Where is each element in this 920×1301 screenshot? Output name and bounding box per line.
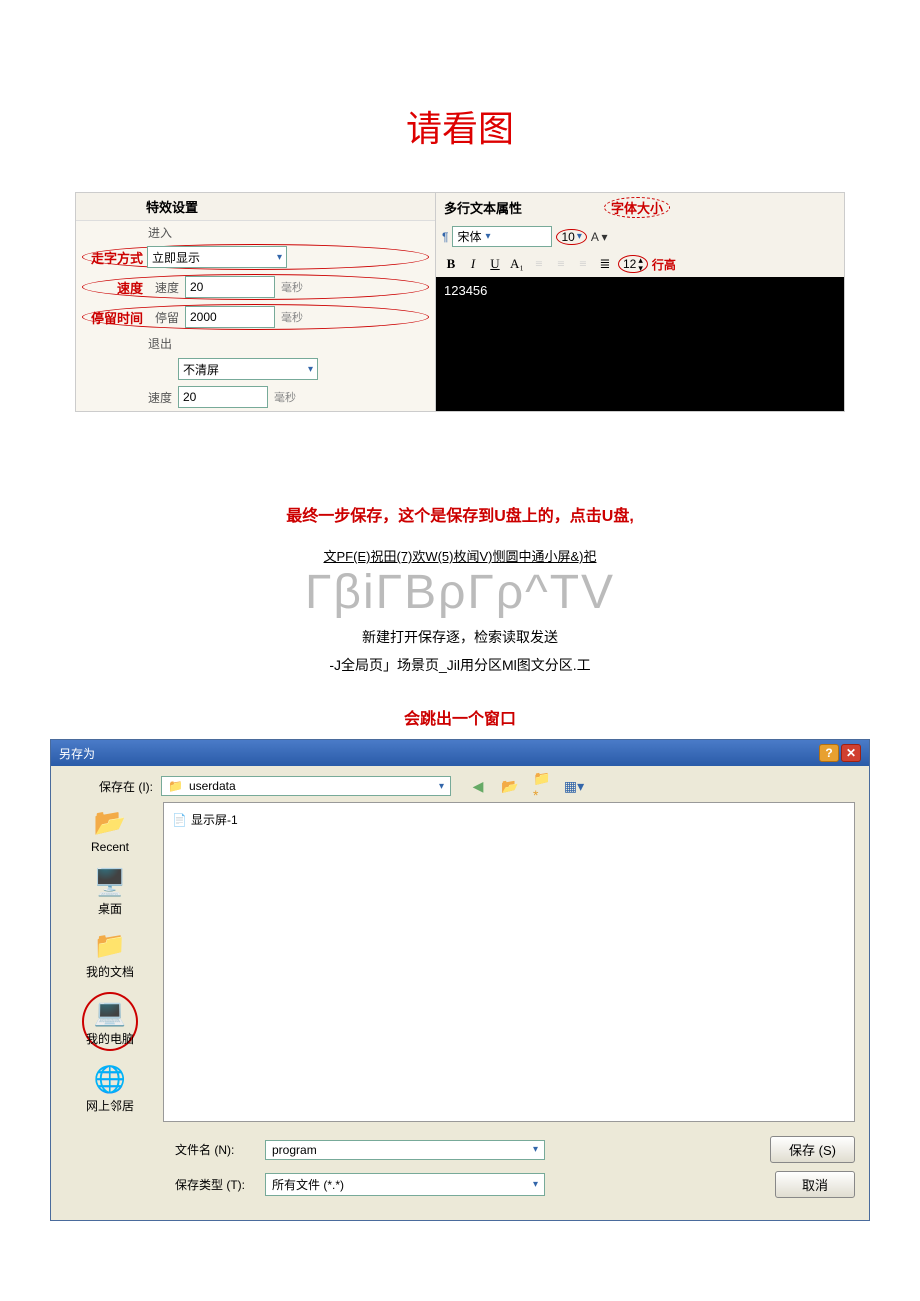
folder-icon: 📁 [168, 779, 183, 793]
back-icon[interactable]: ◀ [469, 777, 487, 795]
speed2-label: 速度 [140, 389, 172, 406]
close-button[interactable]: ✕ [841, 744, 861, 762]
settings-panel: 特效设置 进入 走字方式 立即显示 ▾ 速度 速度 毫秒 停留时间 停留 毫秒 … [75, 192, 845, 412]
effects-header: 特效设置 [76, 193, 435, 221]
font-select[interactable]: 宋体 ▾ [452, 226, 552, 247]
tabs-text-line: -J全局页」场景页_Jil用分区Ml图文分区.工 [0, 655, 920, 675]
dialog-main: 📂 Recent 🖥️ 桌面 📁 我的文档 💻 我的电脑 🌐 网上邻居 [51, 802, 869, 1130]
filename-label: 文件名 (N): [175, 1141, 255, 1158]
file-icon: 📄 [172, 813, 187, 827]
sidebar-item-network[interactable]: 🌐 网上邻居 [86, 1063, 134, 1114]
caption-popup: 会跳出一个窗口 [0, 705, 920, 729]
save-in-row: 保存在 (I): 📁 userdata ▾ ◀ 📂 📁* ▦▾ [51, 766, 869, 802]
list-item[interactable]: 📄 显示屏-1 [170, 809, 848, 830]
dialog-titlebar: 另存为 ? ✕ [51, 740, 869, 766]
save-in-select[interactable]: 📁 userdata ▾ [161, 776, 451, 796]
chevron-down-icon: ▾ [485, 231, 490, 242]
chevron-down-icon: ▾ [439, 781, 444, 792]
stay-label-red: 停留时间 [87, 308, 143, 327]
right-panel: 多行文本属性 字体大小 ¶ 宋体 ▾ 10 ▾ A ▾ B I U A₁ ≡ ≡… [436, 193, 844, 411]
chevron-down-icon: ▾ [577, 231, 582, 242]
file-list[interactable]: 📄 显示屏-1 [163, 802, 855, 1122]
font-toolbar: ¶ 宋体 ▾ 10 ▾ A ▾ [436, 222, 844, 251]
stay-unit: 毫秒 [281, 309, 303, 325]
filetype-row: 保存类型 (T): 所有文件 (*.*) ▾ 取消 [65, 1171, 855, 1198]
new-folder-icon[interactable]: 📁* [533, 777, 551, 795]
spinner-icon: ▴▾ [638, 256, 643, 272]
exit-label: 退出 [140, 335, 172, 352]
text-props-header: 多行文本属性 字体大小 [436, 193, 844, 222]
filename-input[interactable]: program ▾ [265, 1140, 545, 1160]
filetype-label: 保存类型 (T): [175, 1176, 255, 1193]
stay-input[interactable] [185, 306, 275, 328]
format-toolbar: B I U A₁ ≡ ≡ ≡ ≣ 12 ▴▾ 行高 [436, 251, 844, 277]
dialog-bottom: 文件名 (N): program ▾ 保存 (S) 保存类型 (T): 所有文件… [51, 1130, 869, 1220]
sidebar-item-documents[interactable]: 📁 我的文档 [86, 929, 134, 980]
list-icon[interactable]: ≣ [596, 256, 614, 272]
save-button[interactable]: 保存 (S) [770, 1136, 855, 1163]
line-height-input[interactable]: 12 ▴▾ [618, 255, 648, 273]
line-height-label: 行高 [652, 256, 676, 273]
align-center-icon[interactable]: ≡ [552, 256, 570, 272]
network-icon: 🌐 [91, 1063, 129, 1095]
save-in-label: 保存在 (I): [65, 778, 153, 795]
big-gray-text: ΓβiΓΒρΓρ^TV [0, 569, 920, 617]
italic-button[interactable]: I [464, 256, 482, 272]
font-size-select[interactable]: 10 ▾ [556, 229, 586, 245]
up-icon[interactable]: 📂 [501, 777, 519, 795]
speed2-input[interactable] [178, 386, 268, 408]
enter-label: 进入 [140, 224, 172, 241]
dialog-title-text: 另存为 [59, 745, 95, 762]
scroll-mode-select[interactable]: 立即显示 ▾ [147, 246, 287, 268]
sidebar-item-recent[interactable]: 📂 Recent [91, 806, 129, 854]
toolbar-text-line: 新建打开保存逐，检索读取发送 [0, 627, 920, 647]
page-title: 请看图 [0, 100, 920, 152]
speed2-row: 速度 毫秒 [76, 383, 435, 411]
exit-select-row: 不清屏 ▾ [76, 355, 435, 383]
left-panel: 特效设置 进入 走字方式 立即显示 ▾ 速度 速度 毫秒 停留时间 停留 毫秒 … [76, 193, 436, 411]
speed-row: 速度 速度 毫秒 [82, 274, 429, 300]
documents-icon: 📁 [91, 929, 129, 961]
chevron-down-icon: ▾ [533, 1179, 538, 1190]
exit-label-row: 退出 [76, 332, 435, 355]
scroll-mode-label: 走字方式 [87, 248, 143, 267]
enter-label-row: 进入 [76, 221, 435, 244]
cancel-button[interactable]: 取消 [775, 1171, 855, 1198]
chevron-down-icon: ▾ [277, 252, 282, 263]
text-icon: ¶ [442, 230, 448, 244]
align-right-icon[interactable]: ≡ [574, 256, 592, 272]
font-size-header: 字体大小 [604, 197, 670, 218]
speed2-unit: 毫秒 [274, 389, 296, 405]
sidebar-item-desktop[interactable]: 🖥️ 桌面 [91, 866, 129, 917]
scroll-mode-row: 走字方式 立即显示 ▾ [82, 244, 429, 270]
speed-label-red: 速度 [87, 278, 143, 297]
exit-select[interactable]: 不清屏 ▾ [178, 358, 318, 380]
help-button[interactable]: ? [819, 744, 839, 762]
stay-row: 停留时间 停留 毫秒 [82, 304, 429, 330]
font-color-button[interactable]: A ▾ [591, 230, 608, 244]
speed-input[interactable] [185, 276, 275, 298]
places-sidebar: 📂 Recent 🖥️ 桌面 📁 我的文档 💻 我的电脑 🌐 网上邻居 [65, 802, 155, 1122]
view-icon[interactable]: ▦▾ [565, 777, 583, 795]
computer-icon: 💻 [91, 996, 129, 1028]
sidebar-item-my-computer[interactable]: 💻 我的电脑 [82, 992, 138, 1051]
chevron-down-icon: ▾ [533, 1144, 538, 1155]
menu-text-line: 文PF(E)祝田(7)欢W(5)枚闻V)恻圆中通小屏&)祀 [0, 546, 920, 565]
desktop-icon: 🖥️ [91, 866, 129, 898]
filetype-select[interactable]: 所有文件 (*.*) ▾ [265, 1173, 545, 1196]
speed-unit: 毫秒 [281, 279, 303, 295]
stay-label: 停留 [147, 309, 179, 326]
recent-icon: 📂 [91, 806, 129, 838]
text-preview[interactable]: 123456 [436, 277, 844, 411]
speed-label: 速度 [147, 279, 179, 296]
chevron-down-icon: ▾ [308, 364, 313, 375]
underline-button[interactable]: U [486, 256, 504, 272]
save-as-dialog: 另存为 ? ✕ 保存在 (I): 📁 userdata ▾ ◀ 📂 📁* ▦▾ … [50, 739, 870, 1221]
align-left-icon[interactable]: ≡ [530, 256, 548, 272]
bold-button[interactable]: B [442, 256, 460, 272]
caption-save-usb: 最终一步保存，这个是保存到U盘上的，点击U盘, [0, 502, 920, 526]
filename-row: 文件名 (N): program ▾ 保存 (S) [65, 1136, 855, 1163]
subscript-button[interactable]: A₁ [508, 256, 526, 272]
